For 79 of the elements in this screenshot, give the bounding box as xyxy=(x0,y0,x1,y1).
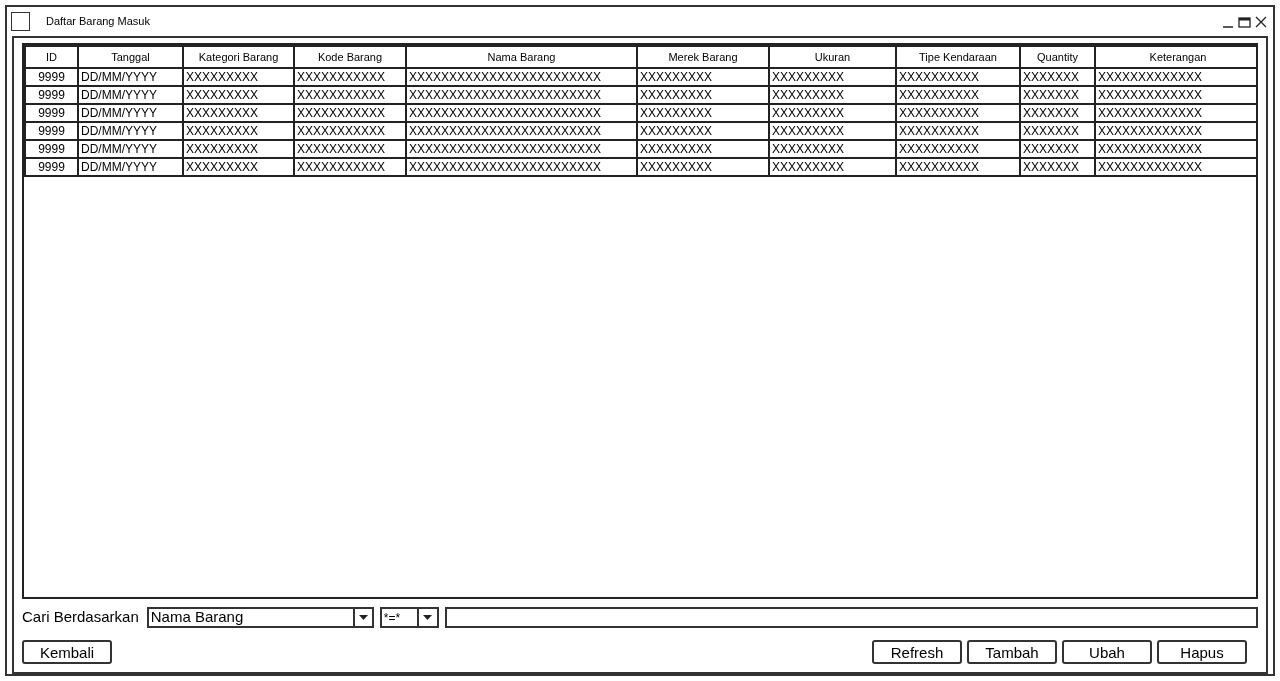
table-cell: XXXXXXXXX xyxy=(637,68,769,86)
field-dropdown[interactable]: Nama Barang xyxy=(146,607,374,628)
table-cell: XXXXXXXXX xyxy=(769,122,896,140)
table-cell: 9999 xyxy=(25,158,78,176)
column-header[interactable]: Tipe Kendaraan xyxy=(896,46,1020,68)
table-cell: XXXXXXXXXX xyxy=(896,122,1020,140)
window-title: Daftar Barang Masuk xyxy=(46,14,150,30)
column-header[interactable]: Keterangan xyxy=(1095,46,1256,68)
table-cell: XXXXXXX xyxy=(1020,140,1095,158)
table-cell: XXXXXXXXX xyxy=(637,158,769,176)
maximize-icon[interactable] xyxy=(1238,15,1251,28)
table-cell: XXXXXXX xyxy=(1020,68,1095,86)
table-cell: DD/MM/YYYY xyxy=(78,68,183,86)
search-label: Cari Berdasarkan xyxy=(22,607,139,628)
close-icon[interactable] xyxy=(1255,15,1267,28)
table-cell: XXXXXXXXX xyxy=(183,158,294,176)
table-cell: XXXXXXXXXX xyxy=(896,104,1020,122)
table-cell: XXXXXXXXXX xyxy=(896,140,1020,158)
table-cell: DD/MM/YYYY xyxy=(78,140,183,158)
column-header[interactable]: ID xyxy=(25,46,78,68)
column-header[interactable]: Kategori Barang xyxy=(183,46,294,68)
table-cell: XXXXXXXXX xyxy=(183,122,294,140)
table-cell: XXXXXXXXX xyxy=(769,68,896,86)
table-cell: XXXXXXXXXXX xyxy=(294,104,406,122)
table-cell: DD/MM/YYYY xyxy=(78,158,183,176)
action-button[interactable]: Refresh xyxy=(872,640,962,664)
table-cell: XXXXXXX xyxy=(1020,104,1095,122)
table-cell: XXXXXXXXX xyxy=(637,104,769,122)
table-cell: 9999 xyxy=(25,68,78,86)
table-cell: XXXXXXXXXXX xyxy=(294,68,406,86)
table-cell: XXXXXXXXX xyxy=(183,68,294,86)
table-cell: XXXXXXXXX xyxy=(769,104,896,122)
table-cell: XXXXXXXXXXX xyxy=(294,86,406,104)
table-cell: XXXXXXXXX xyxy=(769,86,896,104)
table-cell: XXXXXXXXX xyxy=(637,86,769,104)
column-header[interactable]: Ukuran xyxy=(769,46,896,68)
table-cell: XXXXXXXXX xyxy=(769,140,896,158)
caret-icon xyxy=(358,615,368,620)
table-cell: XXXXXXXXXXXXXXXXXXXXXXXX xyxy=(406,140,637,158)
table-cell: XXXXXXXXXX xyxy=(896,68,1020,86)
window-icon xyxy=(11,12,30,31)
table-cell: XXXXXXXXX xyxy=(769,158,896,176)
table-cell: XXXXXXX xyxy=(1020,122,1095,140)
table-cell: XXXXXXXXX xyxy=(637,140,769,158)
table-cell: XXXXXXXXX xyxy=(637,122,769,140)
action-button[interactable]: Kembali xyxy=(22,640,112,664)
table-cell: XXXXXXXXXXXXXXXXXXXXXXXX xyxy=(406,158,637,176)
table-cell: 9999 xyxy=(25,104,78,122)
column-header[interactable]: Quantity xyxy=(1020,46,1095,68)
table-cell: DD/MM/YYYY xyxy=(78,86,183,104)
operator-dropdown[interactable]: *=* xyxy=(379,607,439,628)
table-cell: XXXXXXXXX xyxy=(183,86,294,104)
table-cell: XXXXXXXXXXX xyxy=(294,122,406,140)
table-cell: 9999 xyxy=(25,140,78,158)
table-cell: XXXXXXX xyxy=(1020,86,1095,104)
caret-icon xyxy=(423,615,433,620)
table-cell: DD/MM/YYYY xyxy=(78,122,183,140)
table-cell: DD/MM/YYYY xyxy=(78,104,183,122)
table-cell: XXXXXXXXXXX xyxy=(294,158,406,176)
table-cell: XXXXXXXXXX xyxy=(896,158,1020,176)
table-cell: XXXXXXXXXXX xyxy=(294,140,406,158)
table-cell: 9999 xyxy=(25,86,78,104)
column-header[interactable]: Tanggal xyxy=(78,46,183,68)
column-header[interactable]: Merek Barang xyxy=(637,46,769,68)
column-header[interactable]: Nama Barang xyxy=(406,46,637,68)
action-button[interactable]: Hapus xyxy=(1157,640,1247,664)
table-cell: 9999 xyxy=(25,122,78,140)
table-cell: XXXXXXX xyxy=(1020,158,1095,176)
table-cell: XXXXXXXXXX xyxy=(896,86,1020,104)
table-cell: XXXXXXXXX xyxy=(183,140,294,158)
table-cell: XXXXXXXXXXXXXXXXXXXXXXXX xyxy=(406,104,637,122)
action-button[interactable]: Ubah xyxy=(1062,640,1152,664)
search-field[interactable] xyxy=(444,607,1258,628)
column-header[interactable]: Kode Barang xyxy=(294,46,406,68)
table-cell: XXXXXXXXXXXXXXXXXXXXXXXX xyxy=(406,68,637,86)
action-button[interactable]: Tambah xyxy=(967,640,1057,664)
table-cell: XXXXXXXXX xyxy=(183,104,294,122)
table-cell: XXXXXXXXXXXXXXXXXXXXXXXX xyxy=(406,86,637,104)
table-cell: XXXXXXXXXXXXXXXXXXXXXXXX xyxy=(406,122,637,140)
